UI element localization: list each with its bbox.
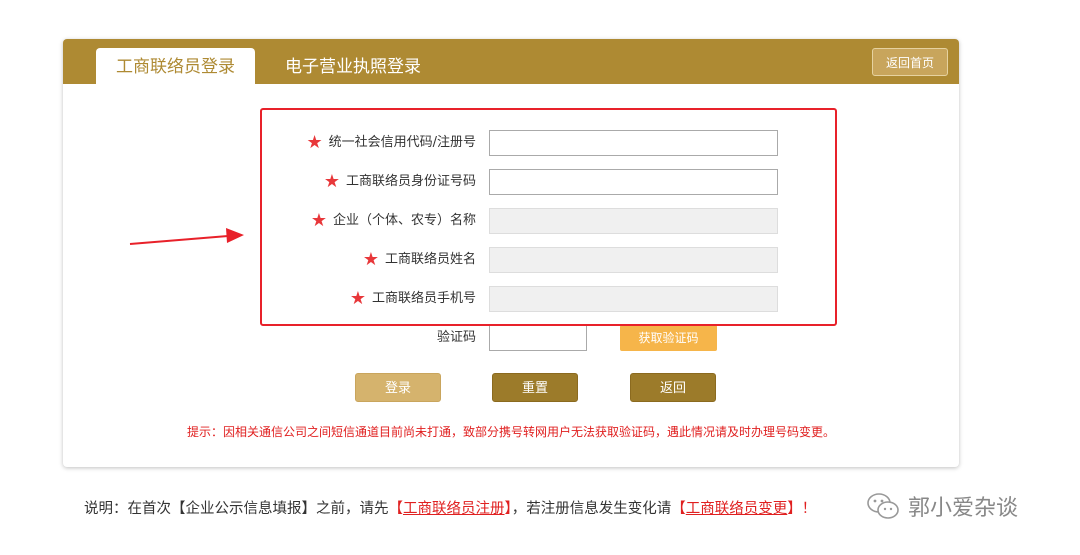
field-label: ★ 企业（个体、农专）名称 bbox=[310, 210, 476, 231]
field-row-credit-code: ★ 统一社会信用代码/注册号 bbox=[63, 130, 959, 156]
instruction-note: 说明：在首次【企业公示信息填报】之前，请先【工商联络员注册】，若注册信息发生变化… bbox=[84, 501, 817, 517]
tab-contact-login[interactable]: 工商联络员登录 bbox=[96, 48, 255, 84]
login-card: 工商联络员登录 电子营业执照登录 返回首页 ★ 统一社会信用代码/注册号 ★ 工商联… bbox=[63, 39, 959, 467]
get-code-button[interactable]: 获取验证码 bbox=[620, 325, 717, 351]
back-button[interactable]: 返回 bbox=[630, 373, 716, 402]
credit-code-input[interactable] bbox=[489, 130, 778, 156]
field-label: ★ 统一社会信用代码/注册号 bbox=[306, 132, 476, 153]
watermark: 郭小爱杂谈 bbox=[866, 490, 1018, 522]
sms-tip: 提示：因相关通信公司之间短信通道目前尚未打通，致部分携号转网用户无法获取验证码，… bbox=[186, 425, 835, 439]
contact-change-link[interactable]: 工商联络员变更 bbox=[686, 501, 788, 517]
red-arrow-icon bbox=[129, 228, 244, 245]
phone-input bbox=[489, 286, 778, 312]
required-star-icon: ★ bbox=[349, 288, 366, 309]
contact-name-input bbox=[489, 247, 778, 273]
captcha-label: 验证码 bbox=[436, 330, 476, 345]
captcha-input[interactable] bbox=[489, 325, 587, 351]
field-row-id-number: ★ 工商联络员身份证号码 bbox=[63, 169, 959, 195]
id-number-input[interactable] bbox=[489, 169, 778, 195]
required-star-icon: ★ bbox=[362, 249, 379, 270]
tab-e-license-login[interactable]: 电子营业执照登录 bbox=[283, 48, 423, 84]
reset-button[interactable]: 重置 bbox=[492, 373, 578, 402]
required-star-icon: ★ bbox=[323, 171, 340, 192]
field-label: ★ 工商联络员身份证号码 bbox=[323, 171, 476, 192]
header-bar: 工商联络员登录 电子营业执照登录 返回首页 bbox=[63, 39, 959, 84]
required-star-icon: ★ bbox=[306, 132, 323, 153]
field-row-phone: ★ 工商联络员手机号 bbox=[63, 286, 959, 312]
wechat-icon bbox=[867, 493, 899, 519]
required-star-icon: ★ bbox=[310, 210, 327, 231]
contact-register-link[interactable]: 工商联络员注册 bbox=[403, 501, 505, 517]
home-button[interactable]: 返回首页 bbox=[872, 48, 948, 76]
field-label: ★ 工商联络员姓名 bbox=[362, 249, 476, 270]
field-label: ★ 工商联络员手机号 bbox=[349, 288, 476, 309]
login-button[interactable]: 登录 bbox=[355, 373, 441, 402]
field-row-captcha: 验证码 获取验证码 bbox=[63, 325, 959, 351]
company-name-input bbox=[489, 208, 778, 234]
